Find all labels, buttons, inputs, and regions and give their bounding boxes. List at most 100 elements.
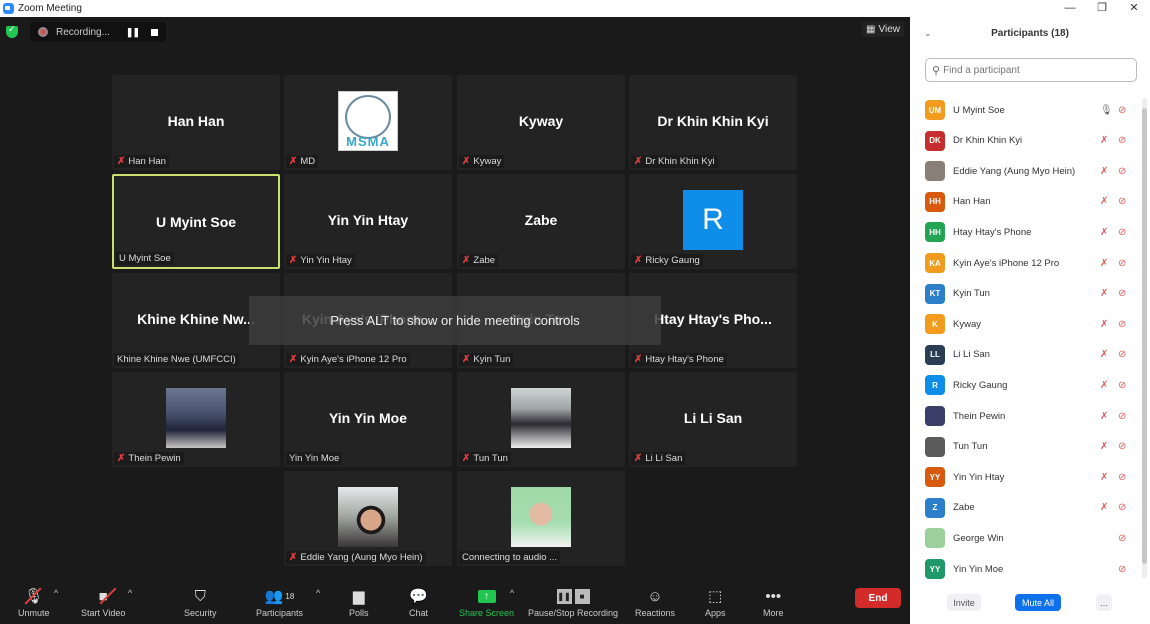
mute-all-button[interactable]: Mute All [1015,594,1061,611]
polls-button[interactable]: ▆ Polls [349,586,369,618]
video-tile[interactable]: ✗ Eddie Yang (Aung Myo Hein) [284,471,452,566]
mic-muted-icon[interactable]: ✗ [1100,380,1108,391]
mic-muted-icon[interactable]: ✗ [1100,166,1108,177]
video-tile[interactable]: Yin Yin Moe Yin Yin Moe [284,372,452,467]
muted-mic-icon: ✗ [289,255,298,266]
participant-avatar: R [925,375,945,396]
video-tile[interactable]: Dr Khin Khin Kyi ✗ Dr Khin Khin Kyi [629,75,797,170]
participant-list-scrollbar[interactable] [1142,98,1147,578]
participant-name: Zabe [953,502,975,514]
tile-label-text: Yin Yin Htay [300,255,352,266]
participant-row[interactable]: YY Yin Yin Htay ✗ ⊘ [910,462,1142,492]
reactions-button[interactable]: ☺ Reactions [635,586,675,619]
participant-row[interactable]: DK Dr Khin Khin Kyi ✗ ⊘ [910,126,1142,156]
participant-avatar: Z [925,497,945,518]
participant-row[interactable]: HH Han Han ✗ ⊘ [910,187,1142,217]
tile-label-text: Dr Khin Khin Kyi [645,156,715,167]
security-shield-icon[interactable] [6,24,18,38]
pause-recording-icon[interactable]: ❚❚ [126,27,140,38]
apps-button[interactable]: ⬚ Apps [705,586,726,618]
mic-muted-icon[interactable]: ✗ [1100,227,1108,238]
participant-row[interactable]: R Ricky Gaung ✗ ⊘ [910,370,1142,400]
share-screen-button[interactable]: ↑ Share Screen [459,586,514,618]
participants-options-caret-icon[interactable]: ^ [316,588,320,598]
stop-recording-icon[interactable] [151,28,159,36]
participant-name: Kyin Tun [953,288,990,300]
mic-muted-icon[interactable]: ✗ [1100,196,1108,207]
participant-list: UM U Myint Soe 🎙 ⊘ DK Dr Khin Khin Kyi ✗ ⊘ Eddie… [910,84,1142,584]
participant-row[interactable]: Thein Pewin ✗ ⊘ [910,401,1142,431]
participant-row[interactable]: George Win ⊘ [910,523,1142,553]
logo-oval [345,95,391,139]
muted-mic-icon: ✗ [634,453,643,464]
pause-stop-recording-button[interactable]: ❚❚ ■ Pause/Stop Recording [528,586,618,618]
muted-mic-icon: ✗ [634,354,643,365]
mic-muted-icon[interactable]: ✗ [1100,472,1108,483]
muted-mic-icon: ✗ [117,156,126,167]
video-tile[interactable]: MSMA ✗ MD [284,75,452,170]
search-input[interactable] [943,64,1124,76]
video-off-icon: ⊘ [1118,410,1127,422]
mic-muted-icon[interactable]: ✗ [1100,135,1108,146]
mic-muted-icon[interactable]: ✗ [1100,319,1108,330]
restore-button[interactable]: ❐ [1086,0,1118,17]
video-tile[interactable]: Li Li San ✗ Li Li San [629,372,797,467]
video-tile[interactable]: Han Han ✗ Han Han [112,75,280,170]
video-tile[interactable]: ✗ Tun Tun [457,372,625,467]
mic-muted-icon[interactable]: ✗ [1100,258,1108,269]
invite-button[interactable]: Invite [947,594,981,611]
participant-name: Htay Htay's Phone [953,226,1032,238]
video-off-icon: ⊘ [1118,135,1127,147]
video-off-icon: ⊘ [1118,288,1127,300]
mic-muted-icon[interactable]: ✗ [1100,411,1108,422]
mic-muted-icon[interactable]: ✗ [1100,349,1108,360]
participant-row[interactable]: Z Zabe ✗ ⊘ [910,493,1142,523]
tile-name-label: ✗ Eddie Yang (Aung Myo Hein) [286,551,426,564]
scrollbar-thumb[interactable] [1142,108,1147,564]
participant-avatar: UM [925,100,945,120]
start-video-button[interactable]: ■ Start Video [81,586,125,619]
participant-avatar: KA [925,253,945,273]
participant-search[interactable]: ⚲ [925,58,1137,82]
participant-row[interactable]: Tun Tun ✗ ⊘ [910,432,1142,462]
recording-indicator: Recording... ❚❚ [30,22,167,42]
video-tile[interactable]: U Myint Soe U Myint Soe [112,174,280,269]
video-tile[interactable]: Yin Yin Htay ✗ Yin Yin Htay [284,174,452,269]
video-options-caret-icon[interactable]: ^ [128,588,132,598]
video-tile[interactable]: Kyway ✗ Kyway [457,75,625,170]
letter-avatar: R [683,190,743,250]
participants-button[interactable]: 👥 18 Participants [256,586,303,618]
participant-row[interactable]: LL Li Li San ✗ ⊘ [910,340,1142,370]
mic-on-icon[interactable]: 🎙 [1100,105,1113,116]
minimize-button[interactable]: — [1054,0,1086,17]
security-button[interactable]: ⛉ Security [184,586,217,619]
mic-muted-icon[interactable]: ✗ [1100,441,1108,452]
participant-row[interactable]: KT Kyin Tun ✗ ⊘ [910,279,1142,309]
close-button[interactable]: ✕ [1118,0,1150,17]
participant-row[interactable]: KA Kyin Aye's iPhone 12 Pro ✗ ⊘ [910,248,1142,278]
view-button[interactable]: ▦ View [862,22,904,37]
participant-row[interactable]: HH Htay Htay's Phone ✗ ⊘ [910,217,1142,247]
panel-more-button[interactable]: ... [1096,594,1112,611]
mic-muted-icon[interactable]: ✗ [1100,502,1108,513]
video-tile[interactable]: Connecting to audio ... [457,471,625,566]
more-button[interactable]: ••• More [763,586,784,619]
panel-footer: Invite Mute All ... [910,594,1150,616]
participants-count: 18 [285,591,295,601]
mic-muted-icon[interactable]: ✗ [1100,288,1108,299]
participant-photo [925,528,945,549]
tile-display-name: Yin Yin Moe [328,410,408,426]
video-tile[interactable]: Zabe ✗ Zabe [457,174,625,269]
end-meeting-button[interactable]: End [855,588,901,608]
participant-row[interactable]: Eddie Yang (Aung Myo Hein) ✗ ⊘ [910,156,1142,186]
chat-button[interactable]: 💬 Chat [409,586,428,618]
video-tile[interactable]: ✗ Thein Pewin [112,372,280,467]
audio-options-caret-icon[interactable]: ^ [54,588,58,598]
participant-row[interactable]: UM U Myint Soe 🎙 ⊘ [910,95,1142,125]
unmute-button[interactable]: 🎙 Unmute [18,586,50,618]
share-options-caret-icon[interactable]: ^ [510,588,514,598]
participant-row[interactable]: YY Yin Yin Moe ⊘ [910,554,1142,584]
video-tile[interactable]: R ✗ Ricky Gaung [629,174,797,269]
grid-view-icon: ▦ [866,24,876,35]
participant-row[interactable]: K Kyway ✗ ⊘ [910,309,1142,339]
